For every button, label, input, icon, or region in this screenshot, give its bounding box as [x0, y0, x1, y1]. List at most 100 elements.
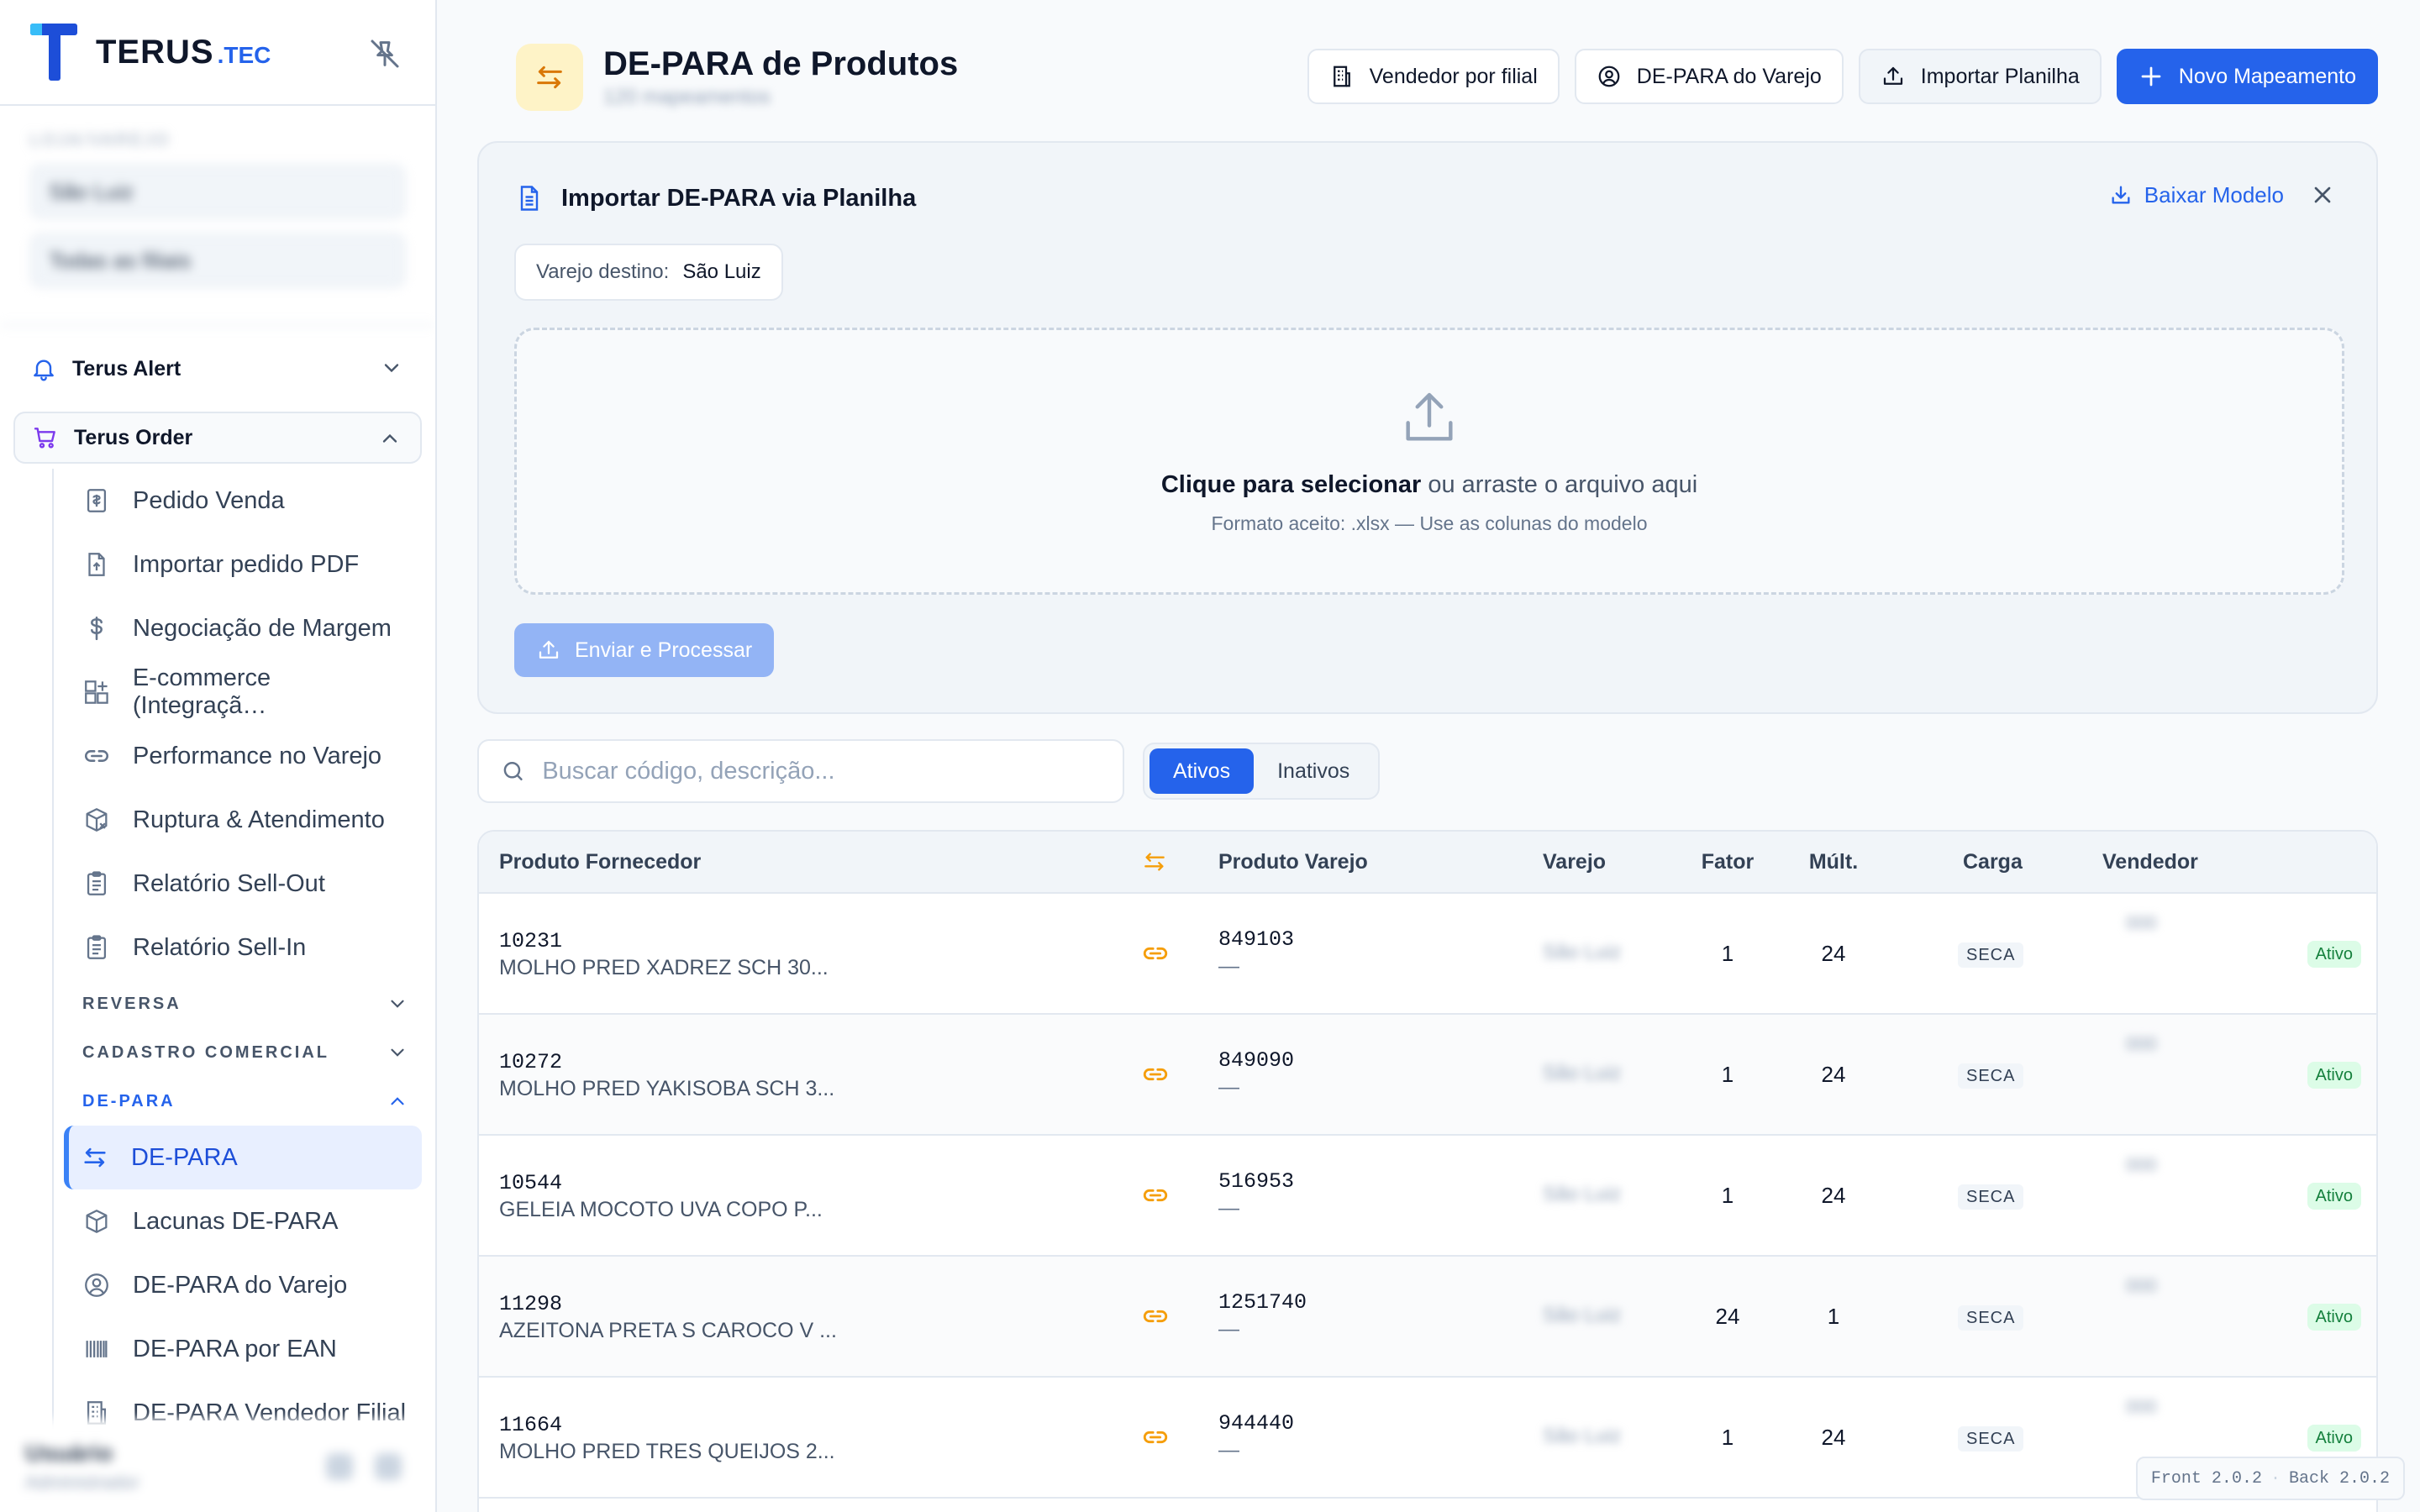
col-produto-varejo[interactable]: Produto Varejo: [1218, 850, 1368, 874]
table-header: Produto Fornecedor Produto Varejo Varejo…: [479, 832, 2376, 894]
dropzone-strong: Clique para selecionar: [1160, 471, 1422, 498]
dollar-icon: [82, 614, 111, 643]
search-input[interactable]: [542, 757, 1101, 785]
file-dropzone[interactable]: Clique para selecionar ou arraste o arqu…: [514, 328, 2344, 595]
sidebar-nav: Terus Alert Terus Order Pedido Venda Imp…: [0, 326, 435, 1445]
filter-inativos-button[interactable]: Inativos: [1254, 748, 1373, 794]
importar-planilha-button[interactable]: Importar Planilha: [1858, 49, 2102, 104]
link-icon: [1141, 939, 1170, 968]
nav-item-label: Performance no Varejo: [133, 742, 382, 769]
import-panel-actions: Baixar Modelo: [2109, 181, 2336, 208]
import-panel-header: Importar DE-PARA via Planilha: [514, 181, 916, 215]
front-version: Front 2.0.2: [2150, 1468, 2262, 1488]
vendedor-por-filial-button[interactable]: Vendedor por filial: [1307, 49, 1560, 104]
page-subtitle: 120 mapeamentos: [603, 86, 771, 108]
varejo-desc: —: [1218, 1438, 1239, 1462]
col-carga[interactable]: Carga: [1963, 850, 2023, 874]
logout-icon[interactable]: [375, 1453, 402, 1480]
upload-icon: [1881, 64, 1906, 89]
status-badge: Ativo: [2307, 1304, 2361, 1331]
branch-select[interactable]: Todas as filiais: [30, 234, 405, 287]
fornecedor-code: 10231: [499, 929, 563, 953]
vendedor-value: 000: [2126, 1275, 2157, 1296]
fornecedor-code: 11664: [499, 1413, 563, 1437]
sidebar-item-negociacao-margem[interactable]: Negociação de Margem: [71, 596, 422, 660]
mult-value: 24: [1821, 1425, 1846, 1450]
sidebar-item-lacunas[interactable]: Lacunas DE-PARA: [71, 1189, 422, 1253]
fornecedor-code: 11298: [499, 1292, 563, 1316]
arrows-swap-icon: [81, 1143, 109, 1172]
nav-item-label: DE-PARA por EAN: [133, 1335, 337, 1362]
fornecedor-desc: MOLHO PRED XADREZ SCH 30...: [499, 956, 829, 979]
varejo-desc: —: [1218, 1075, 1239, 1099]
dropzone-hint: Formato aceito: .xlsx — Use as colunas d…: [1211, 512, 1648, 534]
link-icon: [1141, 1060, 1170, 1089]
table-row[interactable]: 10231 MOLHO PRED XADREZ SCH 30... 849103…: [479, 894, 2376, 1015]
nav-item-label: DE-PARA do Varejo: [133, 1271, 348, 1299]
col-mult[interactable]: Múlt.: [1800, 850, 1867, 874]
nav-group-terus-alert[interactable]: Terus Alert: [13, 343, 422, 395]
sidebar-item-importar-pdf[interactable]: Importar pedido PDF: [71, 533, 422, 596]
grid-plus-icon: [82, 678, 111, 706]
close-icon[interactable]: [2309, 181, 2336, 208]
user-actions: [326, 1453, 402, 1480]
nav-section-reversa[interactable]: REVERSA: [71, 979, 422, 1028]
nav-group-terus-order[interactable]: Terus Order: [13, 412, 422, 464]
section-label: REVERSA: [82, 994, 182, 1013]
status-filter: Ativos Inativos: [1143, 743, 1381, 800]
cart-icon: [32, 424, 59, 451]
col-varejo[interactable]: Varejo: [1543, 850, 1606, 874]
nav-section-de-para[interactable]: DE-PARA: [71, 1077, 422, 1126]
dest-value: São Luiz: [682, 260, 761, 283]
enviar-processar-button[interactable]: Enviar e Processar: [514, 623, 775, 677]
table-row[interactable]: 10544 GELEIA MOCOTO UVA COPO P... 516953…: [479, 1136, 2376, 1257]
col-produto-fornecedor[interactable]: Produto Fornecedor: [499, 850, 701, 874]
nav-item-label: DE-PARA: [131, 1143, 238, 1171]
status-badge: Ativo: [2307, 941, 2361, 968]
brand[interactable]: TERUS .TEC: [0, 0, 435, 106]
novo-mapeamento-button[interactable]: Novo Mapeamento: [2116, 49, 2378, 104]
varejo-name: São Luiz: [1543, 1183, 1622, 1205]
receipt-icon: [82, 486, 111, 515]
filter-ativos-button[interactable]: Ativos: [1150, 748, 1255, 794]
sidebar-item-sell-out[interactable]: Relatório Sell-Out: [71, 852, 422, 916]
box-x-icon: [82, 806, 111, 834]
sidebar-item-de-para-ean[interactable]: DE-PARA por EAN: [71, 1317, 422, 1381]
baixar-modelo-link[interactable]: Baixar Modelo: [2109, 182, 2284, 208]
varejo-code: 849103: [1218, 927, 1295, 952]
nav-item-label: Ruptura & Atendimento: [133, 806, 385, 833]
nav-group-label: Terus Order: [74, 425, 193, 449]
varejo-desc: —: [1218, 954, 1239, 978]
sidebar-item-sell-in[interactable]: Relatório Sell-In: [71, 916, 422, 979]
section-label: CADASTRO COMERCIAL: [82, 1042, 329, 1062]
sidebar-item-de-para[interactable]: DE-PARA: [64, 1126, 422, 1189]
col-vendedor[interactable]: Vendedor: [2102, 850, 2198, 874]
col-fator[interactable]: Fator: [1694, 850, 1761, 874]
table-row[interactable]: 11298 AZEITONA PRETA S CAROCO V ... 1251…: [479, 1257, 2376, 1378]
nav-item-label: Relatório Sell-In: [133, 933, 307, 961]
link-icon: [1141, 1181, 1170, 1210]
fornecedor-desc: AZEITONA PRETA S CAROCO V ...: [499, 1319, 837, 1342]
nav-section-cadastro-comercial[interactable]: CADASTRO COMERCIAL: [71, 1028, 422, 1077]
brand-name: TERUS: [96, 33, 214, 71]
sidebar-item-de-para-varejo[interactable]: DE-PARA do Varejo: [71, 1253, 422, 1317]
sidebar-item-ecommerce[interactable]: E-commerce (Integraçã…: [71, 660, 422, 724]
sidebar-item-ruptura[interactable]: Ruptura & Atendimento: [71, 788, 422, 852]
vendedor-value: 000: [2126, 1033, 2157, 1054]
sidebar-item-pedido-venda[interactable]: Pedido Venda: [71, 469, 422, 533]
arrows-swap-icon: [1141, 848, 1168, 875]
table-row[interactable]: 10272 MOLHO PRED YAKISOBA SCH 3... 84909…: [479, 1015, 2376, 1136]
carga-badge: SECA: [1958, 1426, 2024, 1452]
spreadsheet-file-icon: [514, 181, 544, 215]
sidebar-item-performance-varejo[interactable]: Performance no Varejo: [71, 724, 422, 788]
retailer-select[interactable]: São Luiz: [30, 165, 405, 218]
button-label: Vendedor por filial: [1369, 64, 1538, 88]
settings-icon[interactable]: [326, 1453, 353, 1480]
nav-item-label: Relatório Sell-Out: [133, 869, 325, 897]
pin-off-icon[interactable]: [368, 37, 402, 71]
link-icon: [82, 742, 111, 770]
de-para-varejo-button[interactable]: DE-PARA do Varejo: [1574, 49, 1844, 104]
import-panel-title: Importar DE-PARA via Planilha: [561, 184, 917, 212]
table-row[interactable]: 11664 MOLHO PRED TRES QUEIJOS 2... 94444…: [479, 1378, 2376, 1499]
page-title: DE-PARA de Produtos: [603, 45, 959, 82]
